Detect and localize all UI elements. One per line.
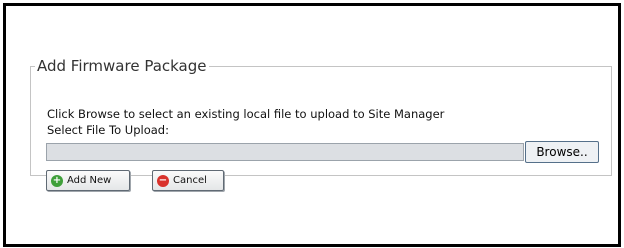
cancel-label: Cancel <box>173 175 207 186</box>
panel-title: Add Firmware Package <box>37 57 207 75</box>
add-new-label: Add New <box>67 175 112 186</box>
cancel-button[interactable]: − Cancel <box>152 170 224 191</box>
minus-circle-icon: − <box>157 174 169 187</box>
add-new-button[interactable]: + Add New <box>46 170 130 191</box>
file-upload-label: Select File To Upload: <box>47 123 169 137</box>
plus-circle-icon: + <box>51 174 63 187</box>
file-path-input[interactable] <box>46 143 524 161</box>
browse-button[interactable]: Browse.. <box>525 141 599 163</box>
add-firmware-panel: Add Firmware Package Click Browse to sel… <box>30 57 612 191</box>
window-frame: Add Firmware Package Click Browse to sel… <box>3 3 621 247</box>
instruction-text: Click Browse to select an existing local… <box>47 107 445 121</box>
